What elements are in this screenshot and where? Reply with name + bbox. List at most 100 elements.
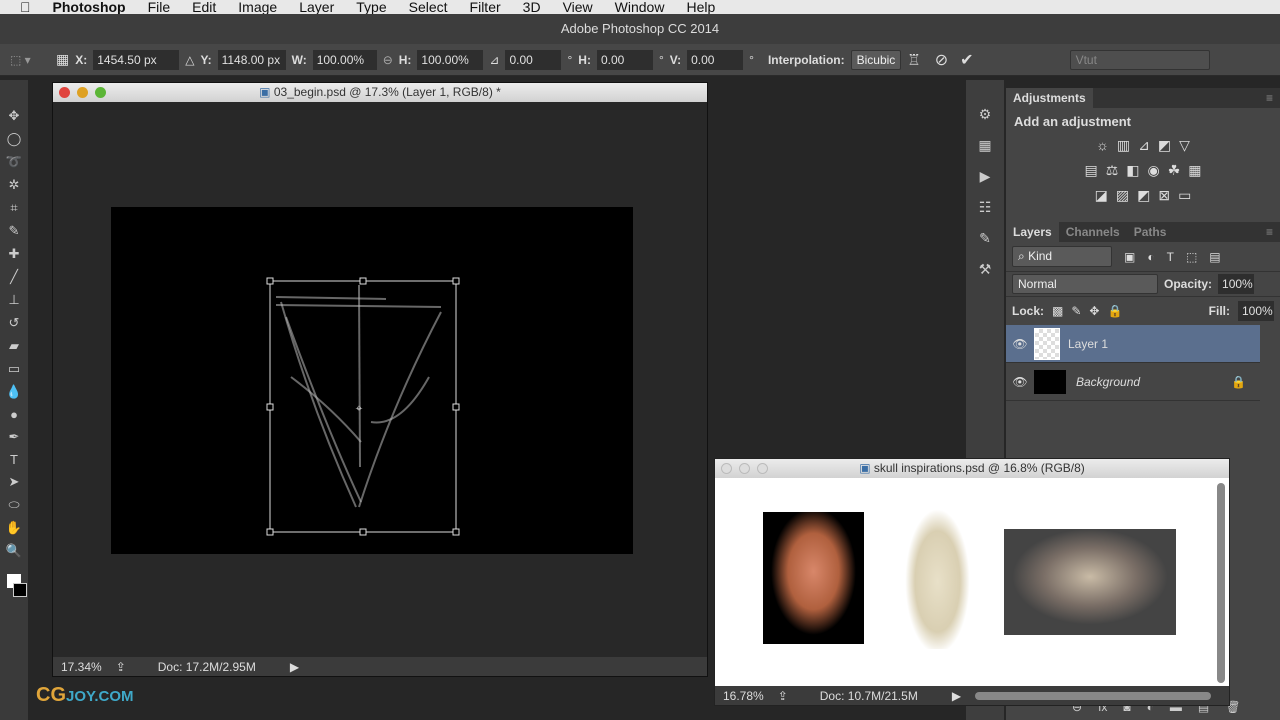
- background-color-swatch[interactable]: [13, 583, 27, 597]
- tab-layers[interactable]: Layers: [1006, 222, 1059, 242]
- black-white-icon[interactable]: ◧: [1126, 162, 1139, 179]
- levels-icon[interactable]: ▥: [1117, 137, 1130, 154]
- brush-icon[interactable]: ╱: [10, 269, 18, 285]
- layer-row[interactable]: 👁 Layer 1: [1006, 325, 1260, 363]
- gradient-icon[interactable]: ▭: [8, 361, 20, 377]
- w-field[interactable]: 100.00%: [312, 49, 377, 70]
- layer-row[interactable]: 👁 Background 🔒: [1006, 363, 1260, 401]
- commit-transform-icon[interactable]: ✔: [960, 50, 973, 70]
- eyedropper-icon[interactable]: ✎: [9, 223, 20, 239]
- lasso-icon[interactable]: ➰: [6, 154, 22, 170]
- menu-help[interactable]: Help: [686, 0, 715, 14]
- eraser-icon[interactable]: ▰: [9, 338, 19, 354]
- brush-presets-icon[interactable]: ✎: [979, 230, 991, 247]
- move-icon[interactable]: ✥: [9, 108, 20, 124]
- menu-edit[interactable]: Edit: [192, 0, 216, 14]
- hskew-field[interactable]: 0.00: [596, 49, 653, 70]
- marquee-icon[interactable]: ◯: [7, 131, 22, 147]
- exposure-icon[interactable]: ◩: [1158, 137, 1171, 154]
- filter-type-icon[interactable]: T: [1167, 250, 1174, 264]
- lock-pixels-icon[interactable]: ✎: [1071, 304, 1081, 318]
- lock-position-icon[interactable]: ✥: [1089, 304, 1099, 318]
- link-icon[interactable]: ⊖: [383, 53, 393, 67]
- stamp-icon[interactable]: ⊥: [8, 292, 19, 308]
- menu-photoshop[interactable]: Photoshop: [53, 0, 126, 14]
- filter-shape-icon[interactable]: ⬚: [1186, 250, 1197, 264]
- status-menu-arrow-icon[interactable]: ▶: [952, 689, 961, 703]
- color-balance-icon[interactable]: ⚖: [1106, 162, 1119, 179]
- fill-field[interactable]: 100%: [1238, 301, 1274, 321]
- share-icon[interactable]: ⇪: [778, 689, 788, 703]
- history-panel-icon[interactable]: ⚙: [979, 106, 992, 123]
- vertical-scrollbar[interactable]: [1217, 483, 1225, 683]
- lock-transparent-icon[interactable]: ▩: [1052, 304, 1063, 318]
- cancel-transform-icon[interactable]: ⊘: [935, 50, 948, 70]
- dodge-icon[interactable]: ●: [10, 407, 18, 422]
- workspace-select[interactable]: Vtut: [1069, 49, 1210, 70]
- menu-type[interactable]: Type: [356, 0, 386, 14]
- document-title-bar[interactable]: ▣ 03_begin.psd @ 17.3% (Layer 1, RGB/8) …: [53, 83, 707, 102]
- menu-file[interactable]: File: [148, 0, 171, 14]
- close-button[interactable]: [721, 463, 732, 474]
- healing-icon[interactable]: ✚: [9, 246, 20, 262]
- filter-smart-object-icon[interactable]: ▤: [1209, 250, 1220, 264]
- menu-window[interactable]: Window: [615, 0, 665, 14]
- relative-position-icon[interactable]: △: [185, 53, 194, 67]
- zoom-level[interactable]: 16.78%: [723, 689, 764, 703]
- hand-icon[interactable]: ✋: [6, 520, 22, 536]
- vibrance-icon[interactable]: ▽: [1179, 137, 1190, 154]
- threshold-icon[interactable]: ◩: [1137, 187, 1150, 204]
- opacity-field[interactable]: 100%: [1218, 274, 1255, 294]
- close-button[interactable]: [59, 87, 70, 98]
- reference-point-icon[interactable]: ▦: [56, 51, 69, 68]
- warp-icon[interactable]: ♖: [907, 51, 920, 69]
- actions-panel-icon[interactable]: ▶: [980, 168, 991, 185]
- menu-layer[interactable]: Layer: [299, 0, 334, 14]
- menu-apple[interactable]: : [20, 0, 31, 14]
- zoom-button[interactable]: [757, 463, 768, 474]
- visibility-eye-icon[interactable]: 👁: [1006, 337, 1034, 351]
- canvas[interactable]: ⌖: [111, 207, 633, 554]
- tab-paths[interactable]: Paths: [1127, 222, 1174, 242]
- zoom-level[interactable]: 17.34%: [61, 660, 102, 674]
- minimize-button[interactable]: [739, 463, 750, 474]
- menu-filter[interactable]: Filter: [470, 0, 501, 14]
- properties-panel-icon[interactable]: ☷: [979, 199, 992, 216]
- hue-saturation-icon[interactable]: ▤: [1084, 162, 1097, 179]
- brightness-icon[interactable]: ☼: [1096, 137, 1109, 154]
- curves-icon[interactable]: ⊿: [1138, 137, 1150, 154]
- filter-adjustment-icon[interactable]: ◐: [1147, 250, 1154, 264]
- y-field[interactable]: 1148.00 px: [217, 49, 286, 70]
- menu-image[interactable]: Image: [238, 0, 277, 14]
- selective-color-icon[interactable]: ⊠: [1158, 187, 1170, 204]
- angle-field[interactable]: 0.00: [505, 49, 562, 70]
- blend-mode-select[interactable]: Normal: [1012, 274, 1158, 294]
- vskew-field[interactable]: 0.00: [687, 49, 744, 70]
- zoom-icon[interactable]: 🔍: [6, 543, 22, 559]
- photo-filter-icon[interactable]: ◉: [1148, 162, 1160, 179]
- pen-icon[interactable]: ✒: [9, 429, 20, 445]
- transform-tool-icon[interactable]: ⬚ ▾: [10, 53, 50, 67]
- visibility-eye-icon[interactable]: 👁: [1006, 375, 1034, 389]
- path-select-icon[interactable]: ➤: [9, 474, 20, 490]
- panel-menu-icon[interactable]: ≡: [1259, 88, 1280, 108]
- history-brush-icon[interactable]: ↺: [9, 315, 20, 331]
- menu-3d[interactable]: 3D: [523, 0, 541, 14]
- minimize-button[interactable]: [77, 87, 88, 98]
- filter-pixel-icon[interactable]: ▣: [1124, 250, 1135, 264]
- menu-select[interactable]: Select: [409, 0, 448, 14]
- menu-view[interactable]: View: [563, 0, 593, 14]
- zoom-button[interactable]: [95, 87, 106, 98]
- tab-channels[interactable]: Channels: [1059, 222, 1127, 242]
- document-title-bar[interactable]: ▣ skull inspirations.psd @ 16.8% (RGB/8): [715, 459, 1229, 478]
- lock-all-icon[interactable]: 🔒: [1107, 304, 1122, 318]
- transform-layer[interactable]: ⌖: [111, 207, 633, 554]
- crop-icon[interactable]: ⌗: [10, 200, 17, 216]
- status-menu-arrow-icon[interactable]: ▶: [290, 660, 299, 674]
- channel-mixer-icon[interactable]: ☘: [1168, 162, 1181, 179]
- type-icon[interactable]: T: [10, 452, 18, 467]
- swatches-panel-icon[interactable]: ▦: [978, 137, 991, 154]
- ellipse-icon[interactable]: ⬭: [8, 497, 19, 513]
- layer-filter-select[interactable]: ⌕ Kind: [1012, 246, 1112, 267]
- magic-wand-icon[interactable]: ✲: [9, 177, 20, 193]
